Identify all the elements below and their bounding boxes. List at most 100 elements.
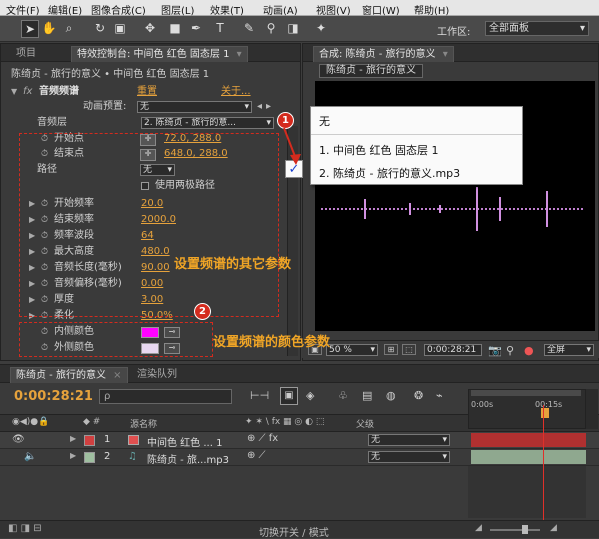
zoom-out-icon[interactable]: ◢ — [475, 523, 482, 533]
frame-blending-icon[interactable]: ▤ — [362, 389, 372, 402]
tab-composition[interactable]: 合成: 陈绮贞 - 旅行的意义 ▾ — [313, 46, 454, 62]
rectangle-tool-icon[interactable]: ■ — [167, 20, 183, 36]
brainstorm-icon[interactable]: ❂ — [414, 389, 423, 402]
motion-blur-icon[interactable]: ◍ — [386, 389, 396, 402]
menu-window[interactable]: 窗口(W) — [362, 2, 400, 17]
menu-edit[interactable]: 编辑(E) — [48, 2, 82, 17]
menu-layer[interactable]: 图层(L) — [161, 2, 194, 17]
menu-item-layer-1[interactable]: 1. 中间色 红色 固态层 1 — [319, 142, 438, 158]
about-link[interactable]: 关于... — [221, 85, 251, 99]
effect-name: 音频频谱 — [39, 86, 79, 97]
expand-triangle-icon[interactable]: ▶ — [70, 434, 76, 443]
annotation-text-2: 设置频谱的颜色参数 — [213, 335, 331, 350]
spectrum-dot — [509, 208, 511, 210]
channel-icon[interactable]: ● — [524, 344, 534, 357]
brush-tool-icon[interactable]: ✎ — [241, 20, 257, 36]
menu-animation[interactable]: 动画(A) — [263, 2, 298, 17]
comp-mini-flowchart-icon[interactable]: ⊢⊣ — [250, 389, 269, 402]
layer-row-2[interactable]: 🔈 ▶ 2 ♫ 陈绮贞 - 旅...mp3 ⊕ ⟋ 无 ▾ — [0, 449, 599, 466]
hand-tool-icon[interactable]: ✋ — [41, 20, 57, 36]
eraser-tool-icon[interactable]: ◨ — [285, 20, 301, 36]
tab-effect-controls[interactable]: 特效控制台: 中间色 红色 固态层 1 ▾ — [71, 46, 248, 62]
spectrum-dot — [345, 208, 347, 210]
zoom-in-icon[interactable]: ◢ — [550, 523, 557, 533]
selection-tool-icon[interactable]: ➤ — [21, 20, 39, 38]
zoom-slider[interactable] — [490, 529, 540, 531]
playhead-line[interactable] — [543, 405, 544, 521]
puppet-tool-icon[interactable]: ✦ — [313, 20, 329, 36]
footer-toggle-icons[interactable]: ◧ ◨ ⊟ — [8, 523, 42, 534]
live-update-icon[interactable]: ▣ — [280, 387, 298, 405]
menu-help[interactable]: 帮助(H) — [414, 2, 449, 17]
layer-switches[interactable]: ⊕ ⟋ fx — [247, 433, 278, 444]
layer-switches[interactable]: ⊕ ⟋ — [247, 450, 266, 461]
camera-tool-icon[interactable]: ▣ — [112, 20, 128, 36]
graph-editor-icon[interactable]: ⌁ — [436, 389, 443, 402]
comp-button-icon[interactable] — [586, 389, 598, 429]
chevron-down-icon[interactable]: ▾ — [443, 49, 448, 60]
comp-timecode[interactable]: 0:00:28:21 — [424, 344, 482, 356]
layer-name[interactable]: 中间色 红色 ... 1 — [147, 434, 222, 449]
speaker-icon[interactable]: 🔈 — [24, 451, 36, 462]
tab-project[interactable]: 项目 — [11, 46, 41, 61]
expand-triangle-icon[interactable]: ▶ — [70, 451, 76, 460]
comp-footer: ▣ 50 % ▾ ⊞ ⬚ 0:00:28:21 📷 ⚲ ● 全屏 ▾ — [302, 340, 599, 358]
layer-bar[interactable] — [471, 450, 586, 464]
toggle-switches-modes[interactable]: 切换开关 / 模式 — [259, 524, 329, 539]
collapse-triangle-icon[interactable]: ▼ — [11, 85, 17, 99]
show-snapshot-icon[interactable]: ⚲ — [506, 344, 514, 357]
zoom-tool-icon[interactable]: ⌕ — [61, 20, 77, 36]
timeline-timecode[interactable]: 0:00:28:21 — [14, 389, 93, 404]
pan-behind-tool-icon[interactable]: ✥ — [142, 20, 158, 36]
spectrum-dot — [413, 208, 415, 210]
resolution-select[interactable]: 全屏 ▾ — [544, 344, 594, 356]
anim-preset-select[interactable]: 无 ▾ — [137, 101, 252, 113]
draft-3d-icon[interactable]: ◈ — [306, 389, 314, 402]
anim-preset-row: 动画预置: 无 ▾ ◂ ▸ — [1, 100, 301, 114]
work-area-bar[interactable] — [471, 390, 581, 396]
region-icon[interactable]: ⬚ — [402, 344, 416, 355]
comp-subtab[interactable]: 陈绮贞 - 旅行的意义 — [319, 64, 423, 78]
layer-bar[interactable] — [471, 433, 586, 447]
audio-layer-select[interactable]: 2. 陈绮贞 - 旅行的意... ▾ — [141, 117, 274, 129]
camera-snapshot-icon[interactable]: 📷 — [488, 344, 502, 357]
menu-item-none[interactable]: 无 — [319, 113, 330, 129]
reset-link[interactable]: 重置 — [137, 85, 157, 99]
menu-effect[interactable]: 效果(T) — [210, 2, 244, 17]
spectrum-dot — [497, 208, 499, 210]
pen-tool-icon[interactable]: ✒ — [188, 20, 204, 36]
zoom-slider-thumb[interactable] — [522, 525, 528, 534]
time-ruler[interactable]: 0:00s 00:15s — [468, 389, 586, 429]
parent-select[interactable]: 无 ▾ — [368, 434, 450, 446]
menu-file[interactable]: 文件(F) — [6, 2, 40, 17]
fx-icon[interactable]: fx — [23, 85, 32, 99]
safe-zones-icon[interactable]: ⊞ — [384, 344, 398, 355]
workspace-select[interactable]: 全部面板 ▾ — [485, 21, 589, 36]
text-tool-icon[interactable]: T — [212, 20, 228, 36]
spectrum-dot — [433, 208, 435, 210]
parent-select[interactable]: 无 ▾ — [368, 451, 450, 463]
shy-layers-icon[interactable]: ♧ — [338, 389, 348, 402]
spectrum-dot — [561, 208, 563, 210]
menu-composition[interactable]: 图像合成(C) — [91, 2, 146, 17]
spectrum-dot — [533, 208, 535, 210]
close-icon[interactable]: × — [113, 370, 121, 381]
menu-view[interactable]: 视图(V) — [316, 2, 351, 17]
close-icon[interactable]: ▾ — [237, 49, 242, 60]
eye-icon[interactable]: 👁 — [12, 434, 25, 445]
next-preset-icon[interactable]: ▸ — [266, 100, 271, 114]
clone-tool-icon[interactable]: ⚲ — [263, 20, 279, 36]
rotate-tool-icon[interactable]: ↻ — [92, 20, 108, 36]
layer-label-color[interactable] — [84, 435, 95, 446]
layer-row-1[interactable]: 👁 ▶ 1 中间色 红色 ... 1 ⊕ ⟋ fx 无 ▾ — [0, 432, 599, 449]
spectrum-dot — [577, 208, 579, 210]
prev-preset-icon[interactable]: ◂ — [257, 100, 262, 114]
menu-item-layer-2[interactable]: 2. 陈绮贞 - 旅行的意义.mp3 — [319, 165, 460, 181]
zoom-select[interactable]: 50 % ▾ — [326, 344, 378, 356]
layer-name[interactable]: 陈绮贞 - 旅...mp3 — [147, 451, 229, 466]
tab-render-queue[interactable]: 渲染队列 — [132, 367, 182, 382]
label-icon: ◆ # — [83, 417, 101, 427]
layer-label-color[interactable] — [84, 452, 95, 463]
timeline-search-input[interactable]: ρ — [99, 389, 232, 404]
tab-timeline[interactable]: 陈绮贞 - 旅行的意义 × — [10, 367, 128, 383]
